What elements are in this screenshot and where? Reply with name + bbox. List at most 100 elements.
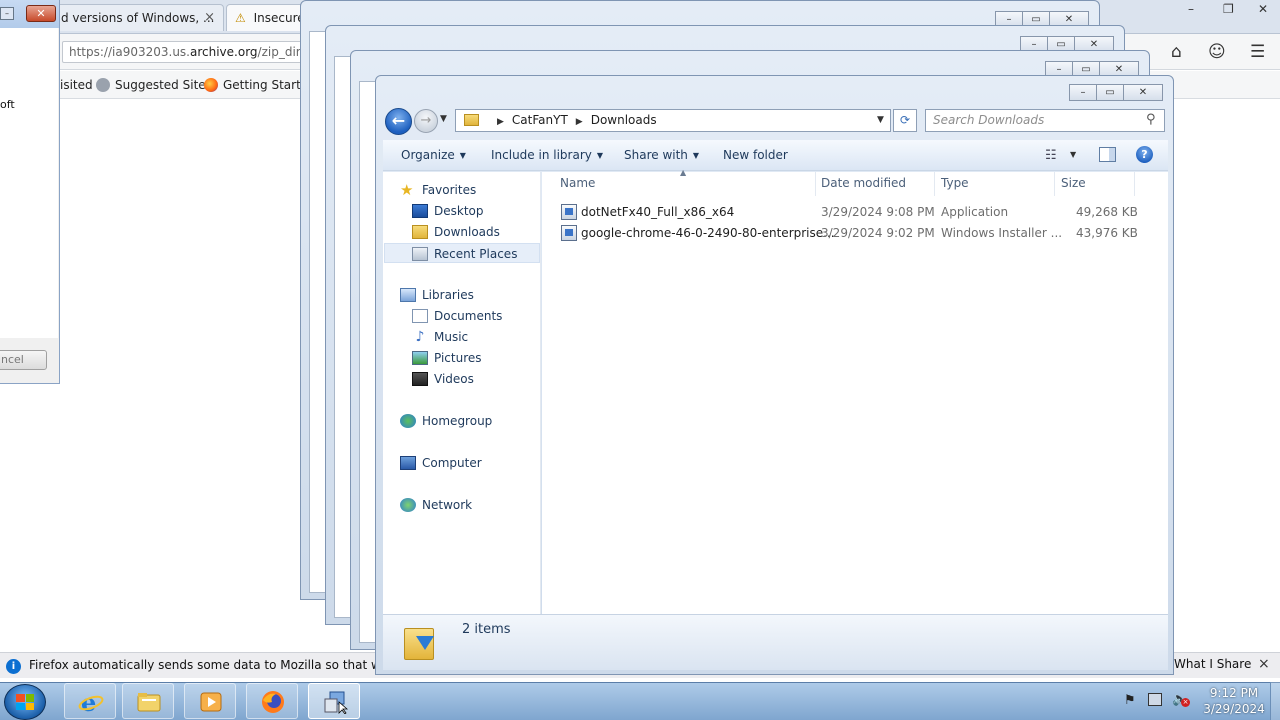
column-header-name[interactable]: Name <box>560 176 595 190</box>
search-icon[interactable]: ⚲ <box>1146 112 1156 127</box>
firefox-tab-windows-versions[interactable]: d versions of Windows, ... × <box>52 4 224 31</box>
preview-pane-icon[interactable] <box>1099 147 1116 162</box>
item-count: 2 items <box>462 622 511 637</box>
chevron-down-icon: ▼ <box>596 151 604 160</box>
view-options-icon[interactable]: ☷ <box>1045 148 1057 163</box>
star-icon: ★ <box>400 181 414 199</box>
file-date: 3/29/2024 9:08 PM <box>821 205 935 219</box>
column-divider[interactable] <box>815 172 816 196</box>
address-dropdown-icon[interactable]: ▼ <box>877 115 884 125</box>
nav-music[interactable]: ♪ Music <box>412 327 469 347</box>
minimize-icon[interactable]: – <box>0 7 14 20</box>
recent-pages-dropdown-icon[interactable]: ▼ <box>440 114 447 124</box>
share-with-button[interactable]: Share with ▼ <box>624 148 699 162</box>
new-folder-button[interactable]: New folder <box>723 148 788 162</box>
nav-videos[interactable]: Videos <box>412 369 474 389</box>
clock-time: 9:12 PM <box>1209 686 1259 700</box>
chevron-down-icon[interactable]: ▼ <box>1070 150 1076 159</box>
feedback-icon[interactable]: ☺ <box>1208 42 1226 62</box>
column-header-type[interactable]: Type <box>941 176 969 190</box>
chevron-right-icon[interactable]: ▶ <box>497 117 504 127</box>
nav-homegroup[interactable]: Homegroup <box>400 411 492 431</box>
include-in-library-button[interactable]: Include in library ▼ <box>491 148 603 162</box>
column-header-size[interactable]: Size <box>1061 176 1086 190</box>
internet-explorer-icon: e <box>78 690 104 714</box>
taskbar-active-app[interactable] <box>308 683 360 719</box>
nav-libraries[interactable]: Libraries <box>400 285 474 305</box>
taskbar-media-player[interactable] <box>184 683 236 719</box>
media-player-icon <box>200 692 222 712</box>
taskbar-firefox[interactable] <box>246 683 298 719</box>
nav-downloads[interactable]: Downloads <box>412 222 500 242</box>
firefox-icon <box>262 691 284 713</box>
minimize-icon[interactable]: – <box>1188 2 1194 16</box>
file-size: 49,268 KB <box>1076 205 1138 219</box>
breadcrumb-catfanyt[interactable]: CatFanYT <box>512 113 568 127</box>
maximize-icon[interactable]: ▭ <box>1096 84 1124 101</box>
windows-logo-icon <box>16 694 34 710</box>
nav-desktop[interactable]: Desktop <box>412 201 484 221</box>
file-type: Windows Installer ... <box>941 226 1063 240</box>
notification-close-icon[interactable]: × <box>1258 656 1270 672</box>
column-divider[interactable] <box>934 172 935 196</box>
refresh-button[interactable]: ⟳ <box>893 109 917 132</box>
documents-icon <box>412 309 428 323</box>
column-header-date-modified[interactable]: Date modified <box>821 176 906 190</box>
desktop-icon <box>412 204 428 218</box>
firefox-window-controls: – ❐ ✕ <box>1178 2 1278 22</box>
file-name: dotNetFx40_Full_x86_x64 <box>581 205 735 219</box>
file-row[interactable]: google-chrome-46-0-2490-80-enterprise...… <box>560 223 1140 244</box>
url-prefix: https://ia903203.us. <box>69 45 190 59</box>
file-size: 43,976 KB <box>1076 226 1138 240</box>
globe-icon <box>96 78 110 92</box>
bookmark-suggested-sites[interactable]: Suggested Sites <box>96 78 212 92</box>
what-i-share-button[interactable]: What I Share <box>1174 657 1251 671</box>
column-divider[interactable] <box>1134 172 1135 196</box>
file-row[interactable]: dotNetFx40_Full_x86_x64 3/29/2024 9:08 P… <box>560 202 1140 223</box>
nav-pictures[interactable]: Pictures <box>412 348 482 368</box>
file-date: 3/29/2024 9:02 PM <box>821 226 935 240</box>
column-divider[interactable] <box>1054 172 1055 196</box>
address-bar[interactable]: ▶ CatFanYT ▶ Downloads <box>455 109 891 132</box>
nav-network[interactable]: Network <box>400 495 472 515</box>
system-clock[interactable]: 9:12 PM 3/29/2024 <box>1198 685 1270 717</box>
nav-favorites[interactable]: ★ Favorites <box>400 180 476 200</box>
homegroup-icon <box>400 414 416 428</box>
restore-icon[interactable]: ❐ <box>1223 2 1234 16</box>
tab-close-icon[interactable]: × <box>204 10 215 25</box>
url-bar[interactable]: https://ia903203.us.archive.org/zip_dir.… <box>62 41 312 63</box>
nav-computer[interactable]: Computer <box>400 453 482 473</box>
action-center-flag-icon[interactable]: ⚑ <box>1124 693 1136 708</box>
chevron-right-icon[interactable]: ▶ <box>576 117 583 127</box>
close-icon[interactable]: ✕ <box>1258 2 1268 16</box>
bookmark-getting-started[interactable]: Getting Started <box>204 78 316 92</box>
show-desktop-button[interactable] <box>1270 682 1280 720</box>
back-button[interactable]: ← <box>385 108 412 135</box>
chevron-down-icon: ▼ <box>459 151 466 160</box>
setup-program-icon <box>324 691 348 714</box>
nav-documents[interactable]: Documents <box>412 306 502 326</box>
home-icon[interactable]: ⌂ <box>1171 42 1182 62</box>
organize-button[interactable]: Organize ▼ <box>401 148 466 162</box>
dialog-close-button[interactable]: ✕ <box>26 5 56 22</box>
firefox-tab-insecure[interactable]: ⚠ Insecure <box>226 4 306 31</box>
search-input[interactable]: Search Downloads <box>925 109 1165 132</box>
forward-button[interactable]: → <box>414 109 438 133</box>
firefox-icon <box>204 78 218 92</box>
network-status-icon[interactable] <box>1148 693 1162 706</box>
taskbar-internet-explorer[interactable]: e <box>64 683 116 719</box>
downloads-folder-icon <box>404 622 436 660</box>
help-icon[interactable]: ? <box>1136 146 1153 163</box>
close-icon[interactable]: ✕ <box>1123 84 1163 101</box>
menu-icon[interactable]: ☰ <box>1250 42 1265 62</box>
taskbar-windows-explorer[interactable] <box>122 683 174 719</box>
volume-muted-badge-icon: × <box>1181 698 1190 707</box>
file-name: google-chrome-46-0-2490-80-enterprise... <box>581 226 835 240</box>
nav-recent-places[interactable]: Recent Places <box>384 243 540 263</box>
dialog-cancel-button[interactable]: ncel <box>0 350 47 370</box>
folder-icon <box>464 114 479 126</box>
bookmark-most-visited[interactable]: isited <box>60 78 93 92</box>
breadcrumb-downloads[interactable]: Downloads <box>591 113 657 127</box>
minimize-icon[interactable]: – <box>1069 84 1097 101</box>
dialog-text: oft <box>0 98 15 111</box>
